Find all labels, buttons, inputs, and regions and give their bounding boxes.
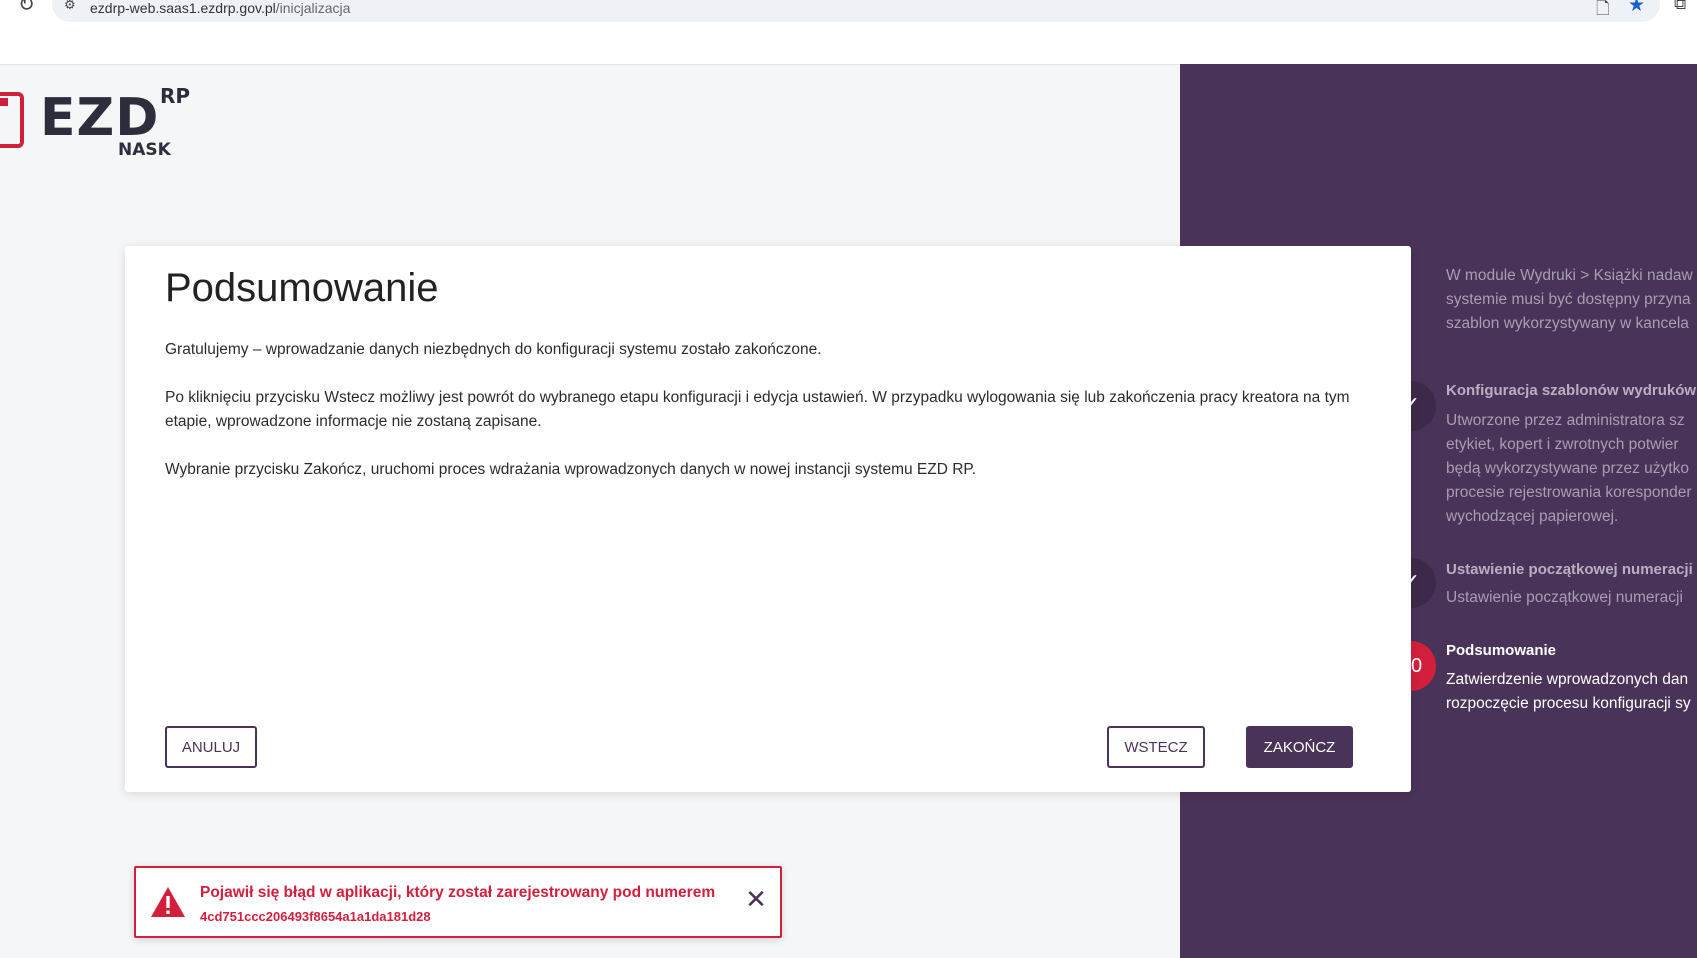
ezd-logo: EZD RP NASK <box>0 84 200 168</box>
summary-card: Podsumowanie Gratulujemy – wprowadzanie … <box>125 246 1411 792</box>
page-title: Podsumowanie <box>165 266 439 310</box>
step-desc-line: wychodzącej papierowej. <box>1446 508 1619 525</box>
step-desc-line: procesie rejestrowania koresponder <box>1446 484 1692 501</box>
step-title: Konfiguracja szablonów wydruków <box>1446 382 1697 399</box>
close-icon[interactable]: ✕ <box>742 886 770 914</box>
back-button[interactable]: WSTECZ <box>1107 726 1205 768</box>
star-icon[interactable]: ★ <box>1628 0 1645 16</box>
address-bar[interactable]: ⚙ ezdrp-web.saas1.ezdrp.gov.pl/inicjaliz… <box>52 0 1660 22</box>
step-desc-line: Zatwierdzenie wprowadzonych dan <box>1446 671 1689 688</box>
error-message: Pojawił się błąd w aplikacji, który zost… <box>200 884 716 901</box>
step-desc-line: etykiet, kopert i zwrotnych potwier <box>1446 436 1679 453</box>
page-icon[interactable]: 🗋 <box>1596 0 1610 25</box>
step-desc-line: Ustawienie początkowej numeracji <box>1446 589 1683 606</box>
step-desc-line: szablon wykorzystywany w kancela <box>1446 315 1689 332</box>
site-info-icon[interactable]: ⚙ <box>64 0 80 13</box>
error-toast: Pojawił się błąd w aplikacji, który zost… <box>134 866 782 938</box>
extensions-icon[interactable]: ⧉ <box>1674 0 1686 14</box>
step-title-active: Podsumowanie <box>1446 642 1557 659</box>
logo-main-text: EZD <box>40 88 160 148</box>
finish-button[interactable]: ZAKOŃCZ <box>1246 726 1353 768</box>
url-host: ezdrp-web.saas1.ezdrp.gov.pl <box>90 0 276 16</box>
error-code: 4cd751ccc206493f8654a1a1da181d28 <box>200 909 431 924</box>
step-desc-line: będą wykorzystywane przez użytko <box>1446 460 1689 477</box>
url-text[interactable]: ezdrp-web.saas1.ezdrp.gov.pl/inicjalizac… <box>90 0 350 16</box>
reload-icon[interactable]: ↻ <box>18 0 35 16</box>
logo-sup-text: RP <box>160 84 191 108</box>
url-path: /inicjalizacja <box>275 0 351 16</box>
warning-icon <box>151 887 185 917</box>
step-title: Ustawienie początkowej numeracji <box>1446 561 1693 578</box>
summary-paragraph: Wybranie przycisku Zakończ, uruchomi pro… <box>165 461 977 478</box>
step-desc-line: systemie musi być dostępny przyna <box>1446 291 1691 308</box>
summary-paragraph: Po kliknięciu przycisku Wstecz możliwy j… <box>165 389 1350 430</box>
summary-paragraph: Gratulujemy – wprowadzanie danych niezbę… <box>165 341 822 358</box>
cancel-button[interactable]: ANULUJ <box>165 726 257 768</box>
logo-mark-dot <box>0 98 8 106</box>
step-desc-line: rozpoczęcie procesu konfiguracji sy <box>1446 695 1691 712</box>
logo-sub-text: NASK <box>118 140 171 160</box>
browser-toolbar: ↻ ⚙ ezdrp-web.saas1.ezdrp.gov.pl/inicjal… <box>0 0 1697 65</box>
step-desc-line: Utworzone przez administratora sz <box>1446 412 1685 429</box>
step-desc-line: W module Wydruki > Książki nadaw <box>1446 267 1693 284</box>
